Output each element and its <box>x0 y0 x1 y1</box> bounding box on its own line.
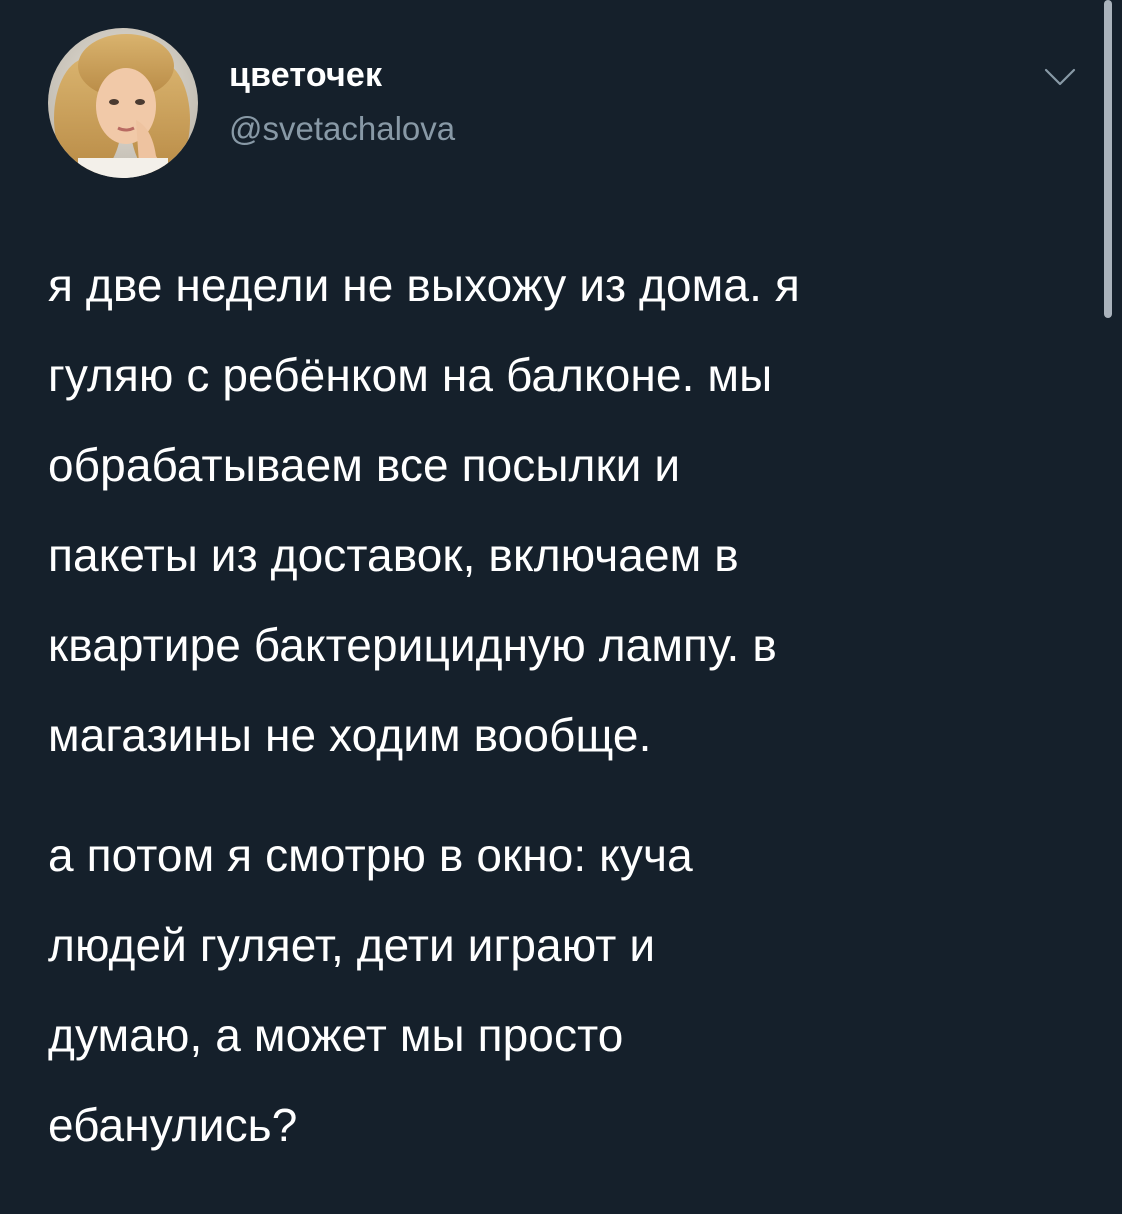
tweet-line: людей гуляет, дети играют и <box>48 919 656 971</box>
tweet-line: квартире бактерицидную лампу. в <box>48 619 777 671</box>
tweet-line: обрабатываем все посылки и <box>48 439 681 491</box>
tweet-paragraph: а потом я смотрю в окно: куча людей гуля… <box>48 810 1088 1170</box>
tweet-line: я две недели не выхожу из дома. я <box>48 259 800 311</box>
tweet-line: гуляю с ребёнком на балконе. мы <box>48 349 773 401</box>
display-name[interactable]: цветочек <box>229 56 382 95</box>
tweet-line: а потом я смотрю в окно: куча <box>48 829 693 881</box>
tweet-text: я две недели не выхожу из дома. я гуляю … <box>48 240 1088 1170</box>
user-handle[interactable]: @svetachalova <box>229 110 455 148</box>
tweet-line: магазины не ходим вообще. <box>48 709 652 761</box>
chevron-down-icon[interactable] <box>1040 62 1080 92</box>
avatar-photo <box>48 28 198 178</box>
tweet-paragraph: я две недели не выхожу из дома. я гуляю … <box>48 240 1088 780</box>
scrollbar-thumb[interactable] <box>1104 0 1112 318</box>
tweet-line: ебанулись? <box>48 1099 298 1151</box>
tweet-line: думаю, а может мы просто <box>48 1009 624 1061</box>
avatar[interactable] <box>48 28 198 178</box>
tweet-line: пакеты из доставок, включаем в <box>48 529 739 581</box>
tweet-card: цветочек @svetachalova я две недели не в… <box>0 0 1122 1214</box>
